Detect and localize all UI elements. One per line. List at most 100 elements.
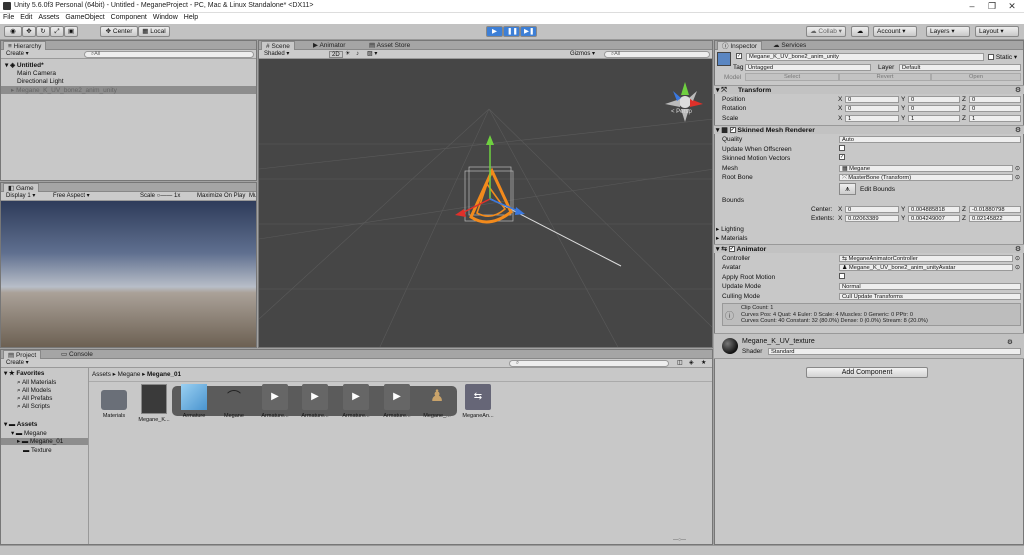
favorite-all-models[interactable]: ⌕ All Models	[17, 387, 51, 395]
tag-dropdown[interactable]: Untagged	[745, 64, 871, 71]
rotation-z-field[interactable]: 0	[969, 105, 1021, 112]
asset-armature-clip-4[interactable]: ▶ Armature...	[378, 384, 416, 419]
game-viewport[interactable]	[1, 201, 256, 347]
folder-megane[interactable]: ▾ ▬ Megane	[11, 430, 47, 437]
mute-audio-button[interactable]: Mu	[247, 193, 256, 200]
play-button[interactable]: ▶	[486, 26, 503, 37]
account-dropdown[interactable]: Account ▾	[873, 26, 917, 37]
menu-gameobject[interactable]: GameObject	[62, 13, 107, 22]
mode-2d-toggle[interactable]: 2D	[329, 51, 343, 58]
model-select-button[interactable]: Select	[745, 73, 839, 81]
folder-texture[interactable]: ▬ Texture	[23, 447, 52, 454]
update-mode-dropdown[interactable]: Normal	[839, 283, 1021, 290]
menu-file[interactable]: File	[0, 13, 17, 22]
tab-project[interactable]: ▤ Project	[3, 350, 42, 359]
active-checkbox[interactable]: ✓	[736, 53, 742, 60]
lighting-foldout[interactable]: ▸ Lighting	[716, 225, 744, 233]
maximize-icon[interactable]: ❐	[982, 1, 1002, 12]
persp-label[interactable]: < Persp	[671, 109, 692, 115]
shading-mode-dropdown[interactable]: Shaded ▾	[262, 51, 291, 58]
asset-armature-1[interactable]: Armature	[175, 384, 213, 419]
aspect-dropdown[interactable]: Free Aspect ▾	[51, 193, 92, 200]
step-button[interactable]: ▶❚	[520, 26, 537, 37]
tab-scene[interactable]: # Scene	[261, 41, 295, 50]
edit-bounds-button[interactable]: ⩚	[839, 183, 856, 195]
folder-megane-01[interactable]: ▸ ▬ Megane_01	[1, 438, 88, 445]
asset-materials[interactable]: Materials	[95, 384, 133, 419]
move-gizmo[interactable]	[455, 135, 525, 217]
object-picker-icon[interactable]: ⊙	[1015, 264, 1020, 271]
animator-enabled-checkbox[interactable]: ✓	[728, 246, 735, 253]
object-name-field[interactable]: Megane_K_UV_bone2_anim_unity	[746, 53, 984, 61]
pivot-local-button[interactable]: ▦ Local	[138, 26, 170, 37]
smr-enabled-checkbox[interactable]: ✓	[729, 127, 736, 134]
tab-game[interactable]: ◧ Game	[3, 183, 39, 192]
tab-hierarchy[interactable]: ≡ Hierarchy	[3, 41, 47, 50]
maximize-on-play-button[interactable]: Maximize On Play	[195, 193, 247, 200]
position-x-field[interactable]: 0	[845, 96, 899, 103]
asset-megane-k[interactable]: Megane_K...	[135, 384, 173, 423]
component-settings-gear-icon[interactable]: ⚙	[1015, 86, 1021, 95]
model-revert-button[interactable]: Revert	[839, 73, 931, 81]
icon-size-slider[interactable]: —○—	[673, 538, 707, 543]
asset-megane-animator[interactable]: ⇆ MeganeAn...	[459, 384, 497, 419]
audio-toggle-icon[interactable]: ♪	[354, 51, 361, 58]
breadcrumb-megane[interactable]: Megane	[118, 371, 141, 378]
position-z-field[interactable]: 0	[969, 96, 1021, 103]
scale-x-field[interactable]: 1	[845, 115, 899, 122]
scale-y-field[interactable]: 1	[908, 115, 960, 122]
center-z-field[interactable]: -0.01880798	[969, 206, 1021, 213]
close-icon[interactable]: ✕	[1002, 1, 1022, 12]
scene-viewport[interactable]	[259, 59, 713, 348]
extents-z-field[interactable]: 0.02145822	[969, 215, 1021, 222]
tab-asset-store[interactable]: ▤ Asset Store	[365, 41, 414, 50]
asset-megane-avatar[interactable]: ♟ Megane_...	[418, 384, 456, 419]
asset-armature-clip-3[interactable]: ▶ Armature...	[337, 384, 375, 419]
gizmos-dropdown[interactable]: Gizmos ▾	[568, 51, 597, 58]
pause-button[interactable]: ❚❚	[503, 26, 520, 37]
transform-header[interactable]: ▾ ⤧ Transform ⚙	[714, 85, 1024, 94]
hierarchy-item-main-camera[interactable]: Main Camera	[17, 70, 56, 77]
minimize-icon[interactable]: –	[962, 1, 982, 11]
tab-inspector[interactable]: ⓘ Inspector	[717, 41, 763, 50]
culling-mode-dropdown[interactable]: Cull Update Transforms	[839, 293, 1021, 300]
filter-label-icon[interactable]: ◈	[687, 360, 696, 367]
animator-header[interactable]: ▾ ⇆ ✓ Animator ⚙	[714, 244, 1024, 253]
avatar-field[interactable]: ♟ Megane_K_UV_bone2_anim_unityAvatar	[839, 264, 1013, 271]
update-offscreen-checkbox[interactable]	[839, 145, 845, 152]
menu-assets[interactable]: Assets	[35, 13, 62, 22]
rect-tool-icon[interactable]: ▣	[64, 26, 78, 37]
hierarchy-item-megane[interactable]: ▸ Megane_K_UV_bone2_anim_unity	[1, 86, 256, 94]
display-dropdown[interactable]: Display 1 ▾	[4, 193, 37, 200]
assets-root[interactable]: ▾ ▬ Assets	[4, 421, 37, 428]
add-component-button[interactable]: Add Component	[806, 367, 928, 378]
skinned-mesh-renderer-header[interactable]: ▾ ▦ ✓ Skinned Mesh Renderer ⚙	[714, 125, 1024, 134]
center-y-field[interactable]: 0.004885818	[908, 206, 960, 213]
component-settings-gear-icon[interactable]: ⚙	[1015, 245, 1021, 254]
pivot-center-button[interactable]: ✥ Center	[100, 26, 138, 37]
model-open-button[interactable]: Open	[931, 73, 1021, 81]
scale-z-field[interactable]: 1	[969, 115, 1021, 122]
scene-root[interactable]: ▾ ◈ Untitled*	[5, 61, 44, 69]
rotate-tool-icon[interactable]: ↻	[36, 26, 50, 37]
favorite-all-scripts[interactable]: ⌕ All Scripts	[17, 403, 50, 411]
rotation-y-field[interactable]: 0	[908, 105, 960, 112]
hierarchy-search-input[interactable]: ⌕All	[84, 51, 254, 58]
extents-x-field[interactable]: 0.02063389	[845, 215, 899, 222]
position-y-field[interactable]: 0	[908, 96, 960, 103]
hierarchy-item-directional-light[interactable]: Directional Light	[17, 78, 64, 85]
hierarchy-create-button[interactable]: Create ▾	[4, 51, 31, 58]
menu-edit[interactable]: Edit	[17, 13, 35, 22]
menu-component[interactable]: Component	[108, 13, 150, 22]
layer-dropdown[interactable]: Default	[899, 64, 1021, 71]
tab-services[interactable]: ☁ Services	[769, 41, 810, 50]
favorite-all-materials[interactable]: ⌕ All Materials	[17, 379, 56, 387]
extents-y-field[interactable]: 0.004249007	[908, 215, 960, 222]
object-picker-icon[interactable]: ⊙	[1015, 165, 1020, 172]
object-picker-icon[interactable]: ⊙	[1015, 174, 1020, 181]
quality-dropdown[interactable]: Auto	[839, 136, 1021, 143]
asset-armature-clip-1[interactable]: ▶ Armature...	[256, 384, 294, 419]
tab-console[interactable]: ▭ Console	[57, 350, 97, 359]
move-tool-icon[interactable]: ✥	[22, 26, 36, 37]
scene-search-input[interactable]: ⌕All	[604, 51, 710, 58]
